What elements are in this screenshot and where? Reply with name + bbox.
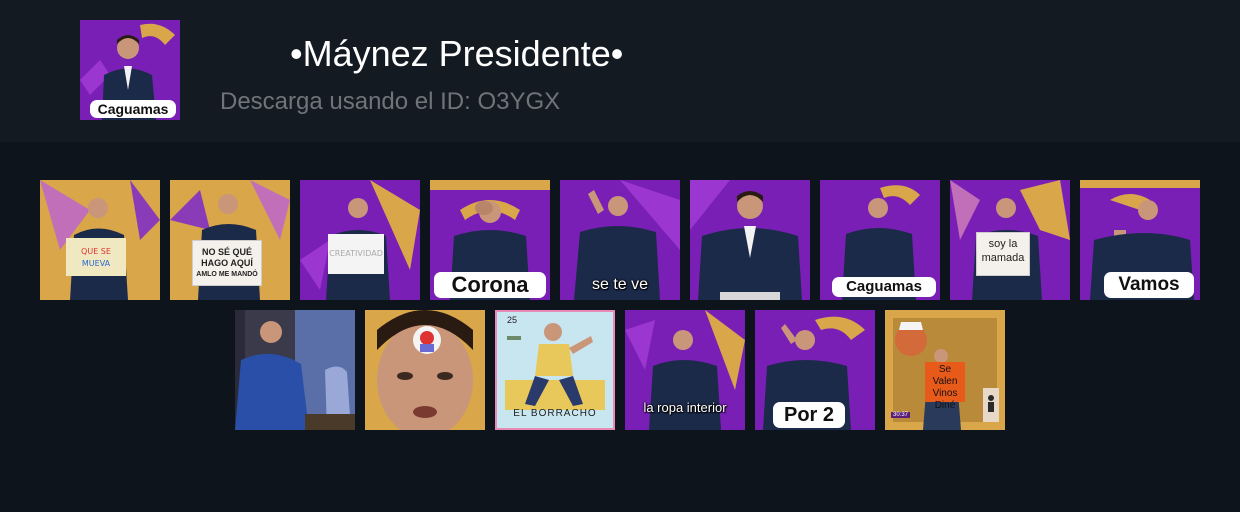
caption-vamos: Vamos: [1104, 272, 1194, 298]
svg-text:QUE SE: QUE SE: [81, 247, 111, 256]
sticker-se-te-ve[interactable]: se te ve: [560, 180, 680, 300]
pack-header: Caguamas •Máynez Presidente• Descarga us…: [0, 0, 1240, 142]
pack-cover-image[interactable]: Caguamas: [80, 20, 180, 120]
card-number: 25: [507, 315, 518, 325]
caption-corona: Corona: [434, 272, 546, 298]
sticker-por-2[interactable]: Por 2: [755, 310, 875, 430]
sticker-white-sign[interactable]: CREATIVIDAD: [300, 180, 420, 300]
sticker-side-view[interactable]: [235, 310, 355, 430]
sticker-protest-sign[interactable]: QUE SE MUEVA: [40, 180, 160, 300]
sticker-face-closeup[interactable]: [365, 310, 485, 430]
sticker-caguamas[interactable]: Caguamas: [820, 180, 940, 300]
caption-se-te-ve: se te ve: [591, 276, 649, 293]
sticker-close-up[interactable]: [690, 180, 810, 300]
caption-la-ropa-interior: la ropa interior: [643, 400, 727, 415]
cover-caption: Caguamas: [90, 100, 176, 118]
sticker-el-borracho[interactable]: 25 EL BORRACHO: [495, 310, 615, 430]
sign-se-valen: Se Valen Vinos Diné: [925, 362, 965, 411]
sign-text: NO SÉ QUÉ HAGO AQUÍ: [201, 247, 253, 268]
card-title: EL BORRACHO: [513, 408, 597, 419]
pack-title: •Máynez Presidente•: [290, 33, 624, 74]
caption-por-2: Por 2: [773, 402, 845, 428]
svg-text:CREATIVIDAD: CREATIVIDAD: [329, 249, 383, 258]
pack-id-text: Descarga usando el ID: O3YGX: [220, 88, 561, 115]
sign-no-se: NO SÉ QUÉ HAGO AQUÍ AMLO ME MANDÓ: [192, 240, 262, 286]
sign-soy-la-mamada: soy la mamada: [976, 232, 1030, 276]
svg-text:MUEVA: MUEVA: [82, 259, 111, 268]
caption-caguamas: Caguamas: [832, 277, 936, 297]
sticker-corona[interactable]: Corona: [430, 180, 550, 300]
sticker-soy-la-mamada[interactable]: soy la mamada: [950, 180, 1070, 300]
sticker-la-ropa-interior[interactable]: la ropa interior: [625, 310, 745, 430]
sticker-se-valen-vinos-dine[interactable]: Se Valen Vinos Diné 30:37: [885, 310, 1005, 430]
sign-subtext: AMLO ME MANDÓ: [196, 271, 258, 278]
sticker-no-se-que-hago-aqui[interactable]: NO SÉ QUÉ HAGO AQUÍ AMLO ME MANDÓ: [170, 180, 290, 300]
timestamp: 30:37: [891, 412, 911, 418]
sticker-vamos[interactable]: Vamos: [1080, 180, 1200, 300]
